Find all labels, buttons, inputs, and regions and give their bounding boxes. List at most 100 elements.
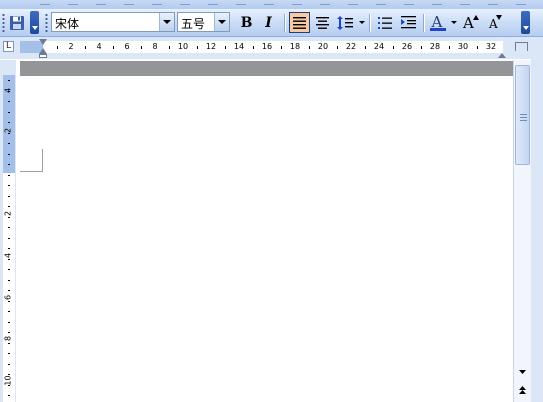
document-canvas[interactable] — [17, 60, 513, 402]
scroll-down-button[interactable] — [515, 364, 530, 379]
toolbar-options-chevron[interactable] — [521, 11, 530, 34]
ruler-tick — [8, 143, 10, 144]
ruler-tick — [8, 112, 10, 113]
menu-divider — [68, 1, 78, 5]
font-size-combobox[interactable]: 五号 — [177, 12, 230, 32]
bullets-button[interactable] — [374, 12, 395, 33]
scrollbar-thumb[interactable] — [515, 65, 530, 165]
save-icon — [9, 15, 24, 30]
menu-divider — [208, 1, 218, 5]
ruler-tick — [8, 238, 10, 239]
ruler-tick — [281, 46, 282, 49]
ruler-tick — [8, 227, 10, 228]
first-line-indent-marker[interactable] — [39, 39, 47, 45]
ruler-number: 24 — [373, 42, 385, 51]
justify-icon — [293, 16, 306, 29]
ruler-tick — [337, 46, 338, 49]
menu-divider — [516, 1, 526, 5]
menu-divider — [404, 1, 414, 5]
italic-label: I — [265, 14, 272, 31]
ruler-tick — [8, 290, 10, 291]
toolbar-grip[interactable] — [2, 13, 5, 32]
right-indent-marker[interactable] — [498, 53, 506, 58]
menu-divider — [376, 1, 386, 5]
ruler-tick — [8, 353, 10, 354]
ruler-tick — [8, 301, 10, 302]
ruler-number: 18 — [289, 42, 301, 51]
ruler-tick — [141, 46, 142, 49]
tab-selector[interactable]: L — [3, 41, 14, 52]
increase-indent-button[interactable] — [398, 12, 419, 33]
line-spacing-button[interactable] — [334, 12, 355, 33]
bullet-list-icon — [377, 16, 392, 29]
ruler-number: 14 — [233, 42, 245, 51]
chevron-down-icon[interactable] — [214, 13, 229, 31]
ruler-number: 8 — [152, 42, 158, 51]
ruler-number: 12 — [205, 42, 217, 51]
chevron-down-icon[interactable] — [359, 21, 365, 24]
left-indent-marker[interactable] — [39, 54, 47, 58]
indent-icon — [401, 16, 416, 29]
menu-divider — [264, 1, 274, 5]
toolbar-separator — [369, 14, 370, 32]
menu-divider — [432, 1, 442, 5]
ruler-tick — [8, 343, 10, 344]
ruler-number: 10 — [177, 42, 189, 51]
font-name-combobox[interactable]: 宋体 — [51, 12, 175, 32]
menu-divider — [292, 1, 302, 5]
chevron-down-icon[interactable] — [451, 21, 457, 24]
previous-page-button[interactable] — [515, 381, 530, 399]
ruler-tick — [253, 46, 254, 49]
toolbar-grip[interactable] — [45, 13, 48, 32]
ruler-tick — [8, 206, 10, 207]
grow-font-button[interactable]: A — [460, 12, 481, 33]
double-chevron-up-icon — [519, 386, 526, 394]
toolbar-separator — [423, 14, 424, 32]
bold-button[interactable]: B — [236, 12, 257, 33]
justify-button[interactable] — [289, 12, 310, 33]
ruler-tick — [225, 46, 226, 49]
ruler-number: 2 — [68, 42, 74, 51]
save-button[interactable] — [6, 12, 27, 33]
page-top-band — [20, 61, 513, 76]
shrink-font-icon: A — [487, 14, 502, 32]
ruler-tick — [8, 217, 10, 218]
ruler-tick — [8, 196, 10, 197]
menu-divider — [152, 1, 162, 5]
ruler-tick — [8, 269, 10, 270]
arrow-down-icon — [519, 369, 526, 374]
toolbar-options-chevron[interactable] — [30, 11, 39, 34]
ruler-tick — [8, 395, 10, 396]
ruler-tick — [8, 91, 10, 92]
menu-bar-strip — [0, 0, 543, 9]
italic-button[interactable]: I — [258, 12, 279, 33]
chevron-down-icon[interactable] — [159, 13, 174, 31]
vertical-scrollbar[interactable] — [513, 60, 531, 402]
font-name-value: 宋体 — [55, 17, 80, 31]
ruler-tick — [8, 154, 10, 155]
ruler-end-button[interactable] — [515, 42, 528, 51]
vertical-ruler[interactable]: 42246810 — [0, 60, 16, 402]
ruler-tick — [8, 133, 10, 134]
ruler-number: 28 — [429, 42, 441, 51]
center-button[interactable] — [312, 12, 333, 33]
ruler-tick — [477, 46, 478, 49]
horizontal-ruler[interactable]: L 2 4 6 8 10 12 14 16 18 20 22 24 26 28 30 32 — [0, 37, 543, 59]
ruler-tick — [113, 46, 114, 49]
menu-divider — [236, 1, 246, 5]
grow-font-icon: A — [462, 14, 479, 32]
ruler-number: 32 — [485, 42, 497, 51]
menu-divider — [488, 1, 498, 5]
ruler-number: 26 — [401, 42, 413, 51]
ruler-tick — [8, 259, 10, 260]
menu-divider — [320, 1, 330, 5]
menu-divider — [460, 1, 470, 5]
shrink-font-button[interactable]: A — [484, 12, 505, 33]
font-color-button[interactable]: A — [427, 12, 448, 33]
menu-divider — [40, 1, 50, 5]
window-edge — [531, 37, 543, 402]
ruler-number: 16 — [261, 42, 273, 51]
toolbar-separator — [284, 14, 285, 32]
page-corner-mark — [20, 171, 43, 172]
ruler-tick — [8, 374, 10, 375]
